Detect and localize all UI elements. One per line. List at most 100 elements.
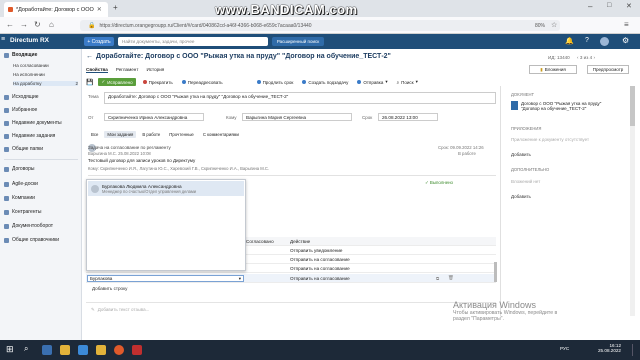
back-icon[interactable]: ←: [6, 20, 14, 29]
sidebar-item-contracts[interactable]: Договоры: [4, 166, 78, 172]
deadline-field[interactable]: 26.08.2022 13:00: [378, 113, 438, 121]
add-appendix-button[interactable]: Добавить: [511, 152, 531, 157]
extend-deadline-button[interactable]: Продлить срок: [255, 78, 296, 86]
appendix-placeholder: Приложение к документу отсутствует: [511, 137, 590, 142]
zoom-level[interactable]: 80%: [535, 23, 545, 29]
sidebar-item-counterparties[interactable]: Контрагенты: [4, 209, 78, 215]
from-field[interactable]: Скрипниченко Ирина Александровна: [104, 113, 204, 121]
bookmark-star-icon[interactable]: ☆: [551, 21, 557, 29]
lock-icon: 🔒: [88, 23, 96, 29]
add-row-link[interactable]: Добавить строку: [92, 286, 127, 291]
new-tab-icon[interactable]: +: [113, 3, 118, 12]
search-icon[interactable]: ⌕: [24, 344, 28, 354]
sidebar-item-rework[interactable]: На доработку 2: [13, 81, 78, 86]
priority-button[interactable]: Предпросмотр: [587, 65, 629, 74]
user-avatar[interactable]: [600, 37, 609, 46]
back-arrow-icon[interactable]: ←: [86, 53, 93, 60]
window-maximize-icon[interactable]: □: [607, 2, 611, 9]
sidebar-item-docflow[interactable]: Документооборот: [4, 223, 78, 229]
approver-input[interactable]: Бурлакова ▾: [87, 275, 244, 282]
forward-button[interactable]: Переадресовать: [180, 78, 225, 86]
sidebar-item-shared-folders[interactable]: Общие папки: [4, 146, 78, 152]
folder-icon[interactable]: [96, 345, 106, 355]
clock[interactable]: 16:12 25.08.2022: [598, 343, 621, 353]
sidebar-item-recent-tasks[interactable]: Недавние задания: [4, 133, 78, 139]
language-indicator[interactable]: РУС: [560, 346, 569, 351]
sidebar-item-favorites[interactable]: Избранное: [4, 107, 78, 113]
firefox-icon[interactable]: [114, 345, 124, 355]
header-approved[interactable]: Согласовано: [246, 239, 274, 244]
home-icon[interactable]: ⌂: [49, 20, 54, 29]
page-scrollbar-thumb[interactable]: [630, 86, 635, 126]
window-close-icon[interactable]: ✕: [626, 2, 632, 10]
appendix-section-title: ПРИЛОЖЕНИЯ: [511, 126, 542, 131]
hamburger-icon[interactable]: ≡: [1, 36, 5, 43]
send-dropdown[interactable]: Отправка ▾: [355, 78, 389, 86]
stop-button[interactable]: Прекратить: [141, 78, 175, 86]
chevron-down-icon[interactable]: ▾: [239, 276, 241, 282]
comment-placeholder: Добавить текст отзыва...: [97, 307, 150, 312]
sidebar-item-inbox[interactable]: Входящие: [4, 52, 78, 58]
forward-icon[interactable]: →: [20, 20, 28, 29]
sidebar-item-references[interactable]: Общие справочники: [4, 237, 78, 243]
bandicam-icon[interactable]: [132, 345, 142, 355]
reload-icon[interactable]: ↻: [34, 20, 41, 29]
explorer-icon[interactable]: [60, 345, 70, 355]
window-minimize-icon[interactable]: –: [588, 2, 592, 11]
to-field[interactable]: Варыгина Мария Сергеевна: [242, 113, 352, 121]
fixed-button[interactable]: ✓ Исправлено: [98, 78, 136, 86]
doc-link[interactable]: Договор с ООО "Рыжая утка на пруду" "Дог…: [521, 101, 621, 111]
filter-with-comments[interactable]: С комментариями: [200, 131, 242, 138]
filter-in-progress[interactable]: В работе: [139, 131, 163, 138]
subject-field[interactable]: Доработайте: Договор с ООО "Рыжая утка н…: [104, 92, 496, 104]
edge-icon[interactable]: [78, 345, 88, 355]
sidebar-item-recent-docs[interactable]: Недавние документы: [4, 120, 78, 126]
task-view-icon[interactable]: [42, 345, 52, 355]
pager-prev-icon[interactable]: ‹: [577, 55, 579, 60]
header-action[interactable]: Действие: [290, 239, 310, 244]
sidebar-item-outgoing[interactable]: Исходящие: [4, 94, 78, 100]
search-input[interactable]: Найти документы, задачи, прочее: [118, 37, 268, 46]
task-entry[interactable]: Задача на согласование по регламенту Вар…: [88, 142, 496, 176]
copy-icon[interactable]: ⧉: [436, 276, 439, 281]
sidebar-item-execution[interactable]: На исполнении: [13, 72, 87, 77]
grid-scrollbar[interactable]: [494, 262, 497, 282]
taskbar: ⊞ ⌕ РУС 16:12 25.08.2022: [0, 340, 640, 360]
comment-input[interactable]: ✎ Добавить текст отзыва...: [86, 302, 496, 316]
search-dropdown[interactable]: ⌕ Поиск ▾: [395, 78, 420, 86]
tab-close-icon[interactable]: ✕: [97, 6, 102, 13]
sidebar-item-agile[interactable]: Agile-доски: [4, 181, 78, 187]
trash-icon[interactable]: 🗑: [448, 275, 454, 281]
notifications-icon[interactable]: 🔔: [565, 37, 574, 45]
board-icon: [4, 181, 9, 187]
sidebar-item-companies[interactable]: Компании: [4, 195, 78, 201]
tab-history[interactable]: История: [146, 67, 164, 73]
app-logo[interactable]: Directum RX: [10, 37, 49, 44]
tab-regulation[interactable]: Регламент: [116, 67, 139, 73]
create-subtask-button[interactable]: Создать подзадачу: [300, 78, 350, 86]
pager-text: 3 из 4: [579, 55, 593, 60]
create-button[interactable]: + Создать: [84, 37, 114, 46]
address-bar[interactable]: 🔒 https://directum.orangegroupp.ru/Clien…: [80, 20, 560, 31]
tab-properties[interactable]: Свойства: [86, 67, 108, 73]
task-icon: [4, 133, 9, 139]
tab-favicon-icon: [8, 7, 13, 12]
dropdown-option[interactable]: Бурлакова Людмила Александровна Менеджер…: [88, 181, 244, 196]
table-row-editing[interactable]: Бурлакова ▾ Отправить на согласование ⧉ …: [86, 274, 496, 283]
help-icon[interactable]: ?: [585, 37, 589, 44]
app-name: Directum RX: [10, 37, 50, 44]
settings-icon[interactable]: ⚙: [622, 36, 629, 45]
browser-tab[interactable]: *Доработайте: Договор с ООО ✕: [4, 2, 108, 17]
show-desktop-button[interactable]: [632, 344, 636, 356]
sidebar-item-approval[interactable]: На согласовании: [13, 63, 87, 68]
add-extra-button[interactable]: Добавить: [511, 194, 531, 199]
menu-icon[interactable]: ≡: [624, 20, 629, 29]
follow-button[interactable]: ▮ Вложения: [529, 65, 577, 74]
pager-next-icon[interactable]: ›: [593, 55, 595, 60]
filter-my-tasks[interactable]: Мои задания: [104, 131, 137, 138]
filter-read[interactable]: Прочтенные: [166, 131, 197, 138]
start-icon[interactable]: ⊞: [6, 344, 14, 355]
filter-all[interactable]: Все: [88, 131, 101, 138]
advanced-search-button[interactable]: Расширенный поиск: [272, 37, 324, 46]
save-icon[interactable]: 💾: [86, 79, 93, 86]
